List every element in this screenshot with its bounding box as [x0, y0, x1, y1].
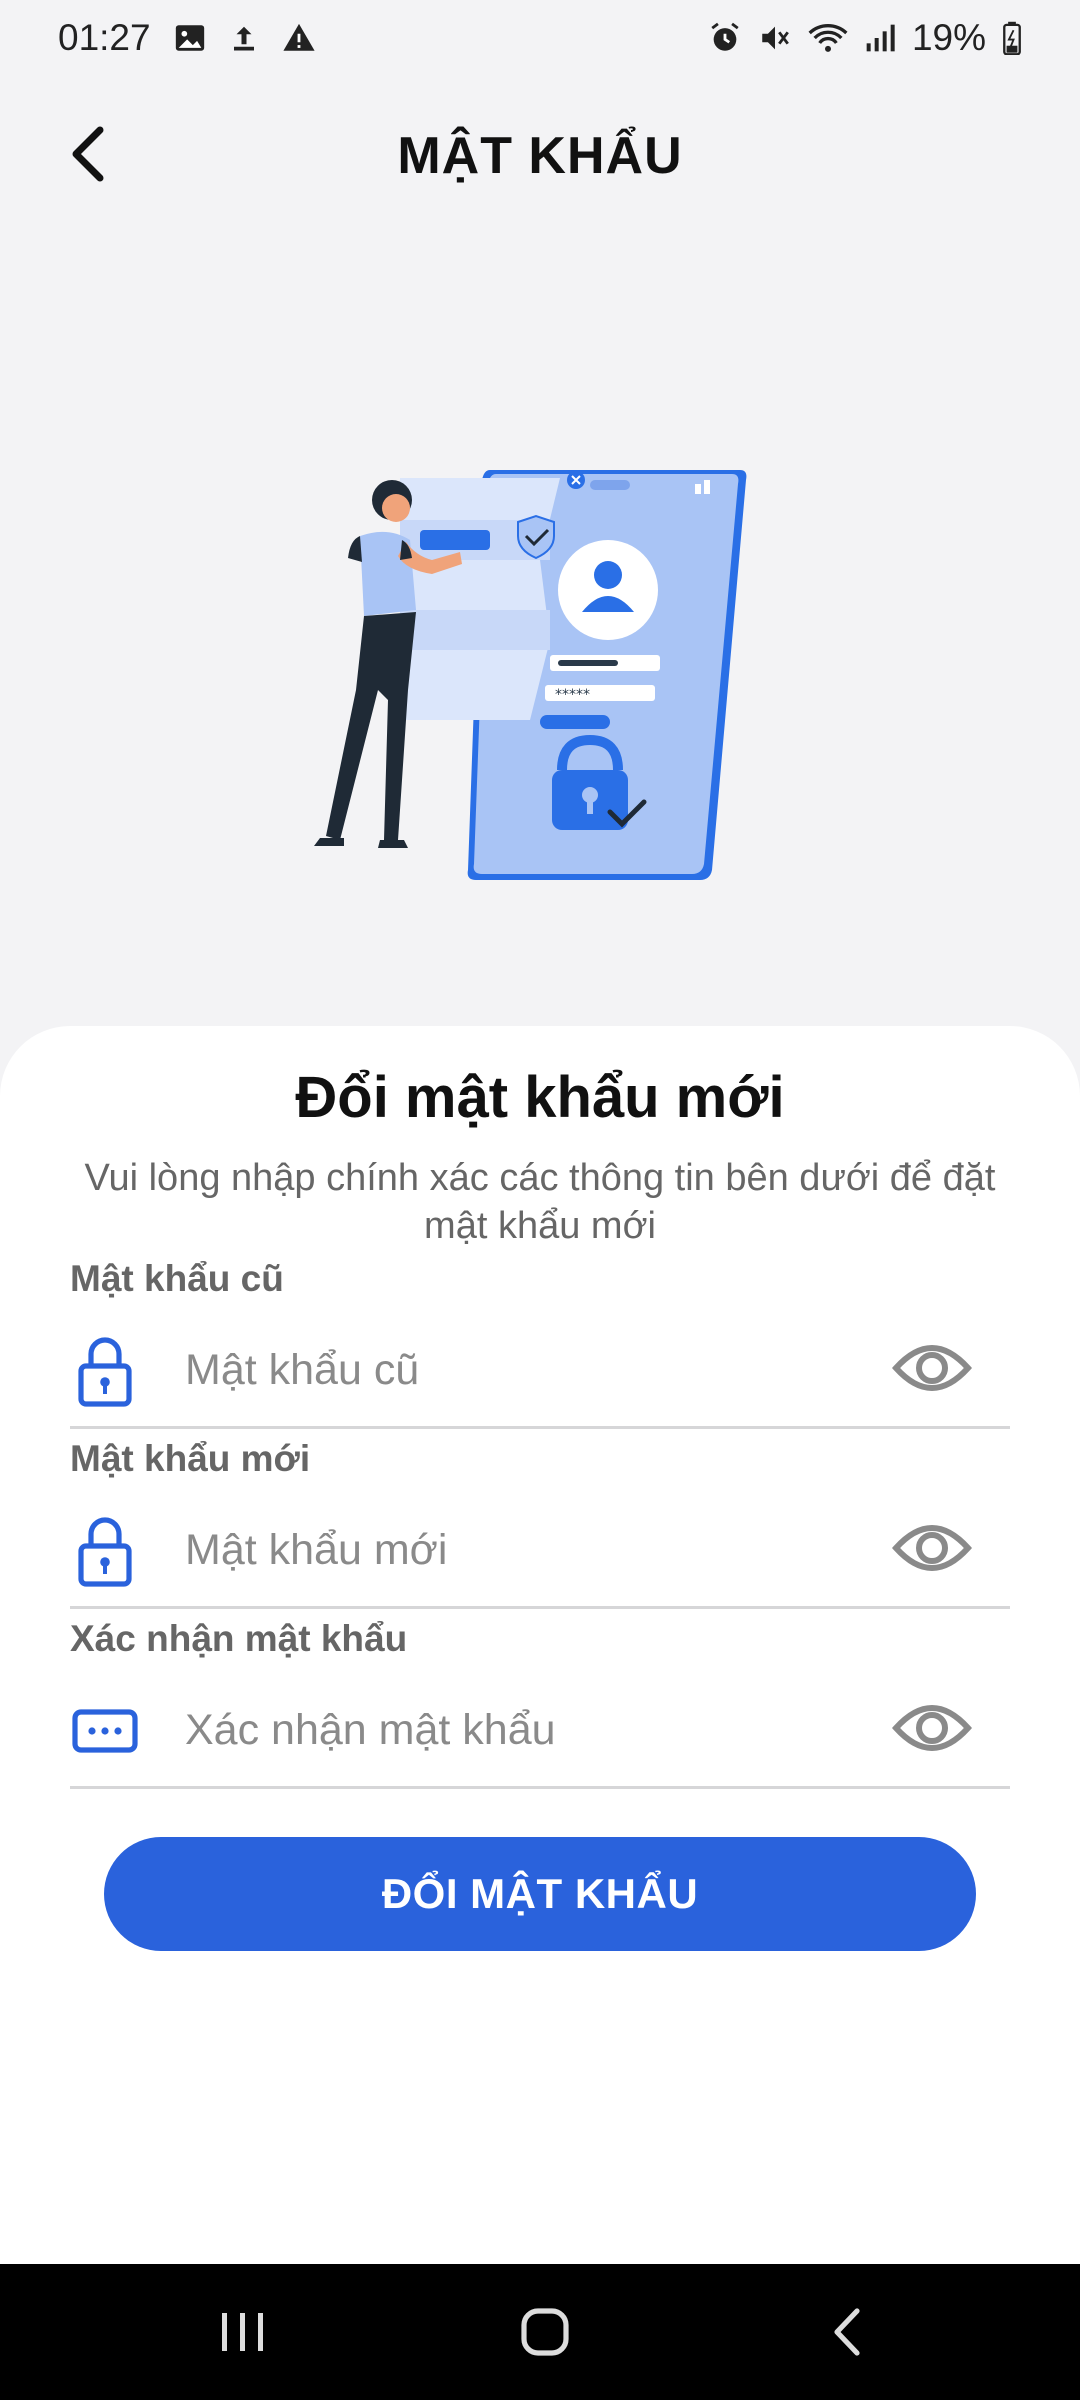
signal-icon	[864, 22, 896, 54]
status-left: 01:27	[58, 17, 317, 59]
lock-icon	[70, 1333, 140, 1409]
back-button[interactable]	[56, 124, 120, 188]
battery-percent: 19%	[911, 17, 986, 58]
eye-icon[interactable]	[890, 1695, 974, 1761]
password-dots-icon	[70, 1693, 140, 1769]
recent-apps-icon[interactable]	[198, 2292, 288, 2372]
confirm-password-label: Xác nhận mật khẩu	[70, 1618, 408, 1659]
old-password-row	[70, 1309, 1010, 1429]
upload-icon	[229, 21, 259, 55]
system-nav-bar	[0, 2264, 1080, 2400]
image-icon	[173, 21, 207, 55]
change-password-card: Đổi mật khẩu mới Vui lòng nhập chính xác…	[0, 1026, 1080, 2264]
new-password-input[interactable]	[185, 1515, 805, 1585]
lock-icon	[70, 1513, 140, 1589]
mute-icon	[758, 21, 792, 55]
eye-icon[interactable]	[890, 1515, 974, 1581]
change-password-button[interactable]: ĐỔI MẬT KHẨU	[104, 1837, 976, 1951]
status-right: 19%	[708, 17, 1022, 59]
confirm-password-input[interactable]	[185, 1695, 805, 1765]
eye-icon[interactable]	[890, 1335, 974, 1401]
wifi-icon	[808, 21, 848, 55]
back-icon[interactable]	[802, 2292, 892, 2372]
alarm-icon	[708, 21, 742, 55]
battery-icon	[1002, 21, 1022, 55]
page-title: MẬT KHẨU	[397, 127, 683, 185]
warning-icon	[281, 21, 317, 55]
svg-text:*****: *****	[555, 687, 590, 703]
old-password-label: Mật khẩu cũ	[70, 1258, 284, 1299]
new-password-label: Mật khẩu mới	[70, 1438, 311, 1479]
phone-security-illustration-icon: *****	[300, 440, 760, 900]
status-time: 01:27	[58, 17, 151, 58]
card-title: Đổi mật khẩu mới	[295, 1065, 785, 1130]
home-icon[interactable]	[500, 2292, 590, 2372]
old-password-input[interactable]	[185, 1335, 805, 1405]
header: MẬT KHẨU	[0, 100, 1080, 212]
new-password-row	[70, 1489, 1010, 1609]
status-bar: 01:27 19%	[0, 0, 1080, 76]
chevron-left-icon	[68, 126, 108, 187]
confirm-password-row	[70, 1669, 1010, 1789]
card-subtitle: Vui lòng nhập chính xác các thông tin bê…	[84, 1157, 996, 1247]
